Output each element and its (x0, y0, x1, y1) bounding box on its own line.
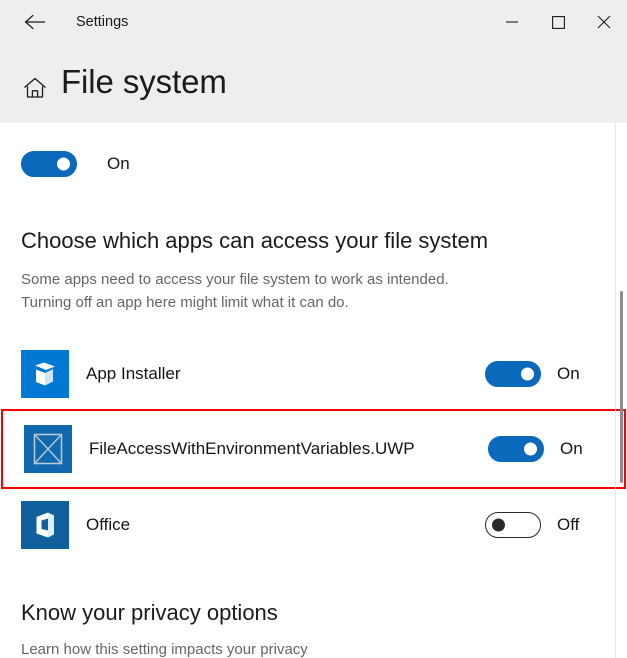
privacy-link[interactable]: Learn how this setting impacts your priv… (21, 641, 308, 658)
master-toggle-row: On (21, 151, 130, 177)
content-area: On Choose which apps can access your fil… (0, 123, 627, 658)
toggle-knob (521, 367, 534, 380)
settings-window: Settings File system On Choose which app… (0, 0, 627, 658)
toggle-knob (57, 157, 70, 171)
master-toggle-switch[interactable] (21, 151, 77, 177)
app-list: App Installer On FileAccessWithEnvironme… (0, 338, 627, 560)
toggle-knob (492, 518, 505, 531)
app-row-app-installer[interactable]: App Installer On (0, 338, 627, 409)
section-description-line1: Some apps need to access your file syste… (21, 271, 449, 288)
office-icon (21, 500, 69, 549)
toggle-knob (524, 442, 537, 456)
app-row-fileaccesswithenvironmentvariables-uwp[interactable]: FileAccessWithEnvironmentVariables.UWP O… (1, 409, 626, 489)
section-description: Some apps need to access your file syste… (21, 268, 561, 314)
app-toggle-group: On (488, 436, 594, 462)
app-toggle-group: Off (485, 511, 591, 538)
app-toggle-switch[interactable] (485, 511, 541, 538)
placeholder-image-icon (24, 425, 72, 473)
scrollbar-thumb[interactable] (620, 291, 623, 483)
window-controls (489, 0, 627, 44)
app-row-office[interactable]: Office Off (0, 489, 627, 560)
app-toggle-label: On (560, 439, 583, 458)
privacy-section-heading: Know your privacy options (21, 600, 278, 625)
maximize-icon (551, 15, 565, 29)
app-toggle-group: On (485, 360, 591, 387)
title-bar: Settings (0, 0, 627, 44)
maximize-button[interactable] (535, 0, 581, 44)
app-toggle-label: On (557, 363, 580, 383)
app-toggle-switch[interactable] (485, 360, 541, 387)
app-installer-icon (21, 349, 69, 398)
close-icon (597, 15, 611, 29)
page-title: File system (61, 63, 227, 100)
scrollbar-track[interactable] (615, 123, 627, 658)
back-button[interactable] (14, 6, 56, 38)
section-heading: Choose which apps can access your file s… (21, 228, 489, 253)
home-icon[interactable] (21, 74, 49, 102)
app-toggle-switch[interactable] (488, 436, 544, 462)
close-button[interactable] (581, 0, 627, 44)
master-toggle-label: On (107, 154, 130, 173)
section-description-line2: Turning off an app here might limit what… (21, 294, 349, 311)
minimize-button[interactable] (489, 0, 535, 44)
page-header: File system (0, 44, 627, 123)
minimize-icon (505, 16, 519, 28)
app-toggle-label: Off (557, 514, 580, 534)
back-arrow-icon (24, 13, 46, 31)
window-title: Settings (76, 14, 129, 30)
